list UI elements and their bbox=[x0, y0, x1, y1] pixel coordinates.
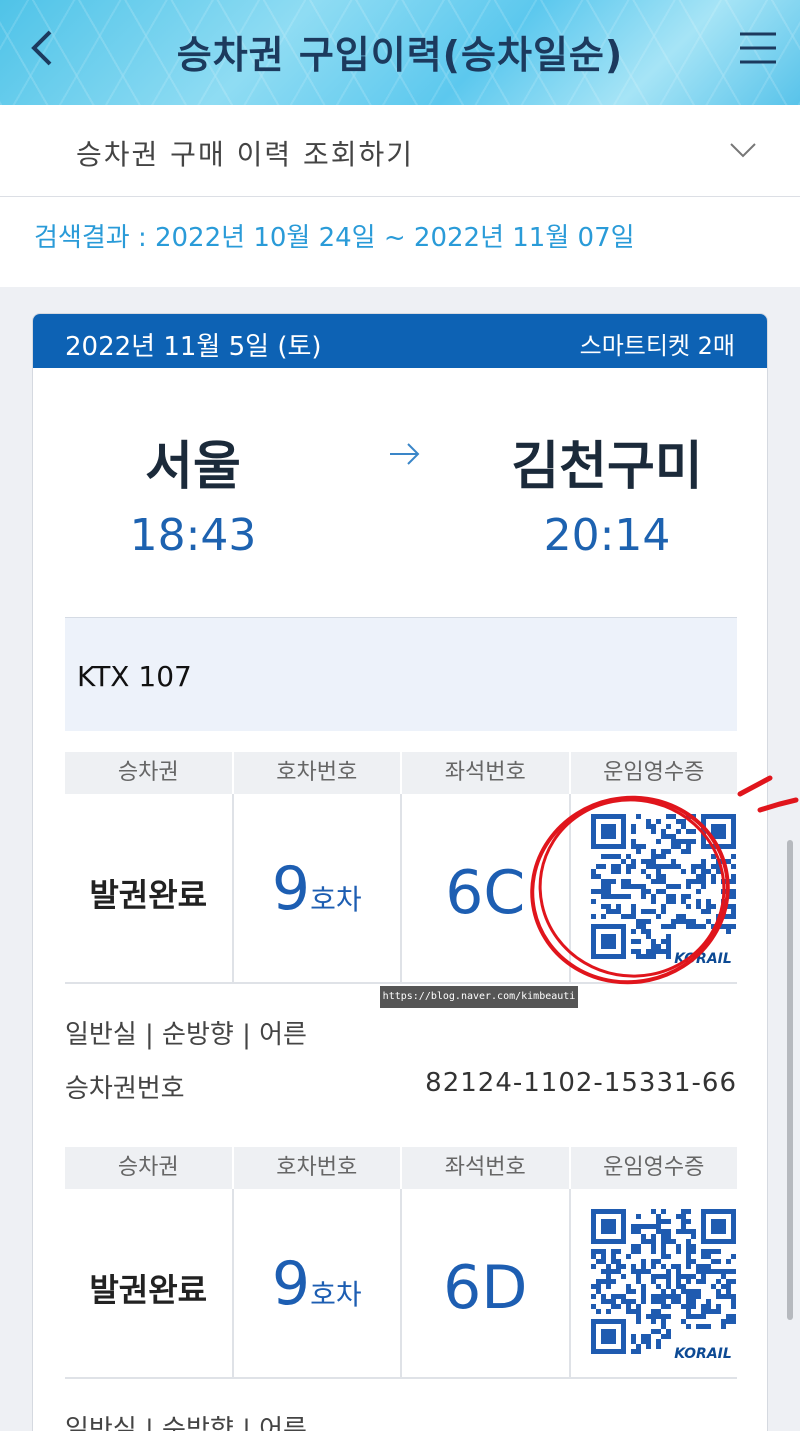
search-history-label: 승차권 구매 이력 조회하기 bbox=[76, 138, 415, 171]
arrow-right-icon bbox=[390, 443, 420, 465]
chevron-left-icon bbox=[31, 30, 52, 66]
car-number-value: 9 bbox=[271, 854, 311, 924]
receipt-cell: KORAIL bbox=[571, 794, 741, 982]
ticket-number-row: 승차권번호 82124-1102-15331-66 bbox=[65, 1068, 737, 1105]
arrival-time: 20:14 bbox=[543, 510, 671, 561]
ticket-status: 발권완료 bbox=[89, 1271, 208, 1309]
seat-number: 6C bbox=[445, 858, 526, 928]
search-result-range: 검색결과 : 2022년 10월 24일 ~ 2022년 11월 07일 bbox=[0, 197, 800, 287]
ticket-table: 승차권 호차번호 좌석번호 운임영수증 발권완료 9호차 6D KORAIL bbox=[65, 1147, 741, 1379]
arrival-station: 김천구미 bbox=[511, 437, 703, 497]
train-info: KTX 107 bbox=[65, 617, 737, 731]
seat-cell: 6D bbox=[402, 1189, 571, 1377]
ticket-row: 발권완료 9호차 6C KORAIL bbox=[65, 794, 741, 984]
korail-logo-text: KORAIL bbox=[674, 951, 732, 967]
header-ticket: 승차권 bbox=[65, 752, 234, 794]
receipt-cell: KORAIL bbox=[571, 1189, 741, 1377]
header-receipt: 운임영수증 bbox=[603, 760, 705, 785]
menu-button[interactable] bbox=[736, 26, 780, 70]
back-button[interactable] bbox=[20, 20, 70, 76]
qr-code-icon[interactable]: KORAIL bbox=[586, 1207, 741, 1363]
car-number-unit: 호차 bbox=[310, 1278, 362, 1311]
car-number-value: 9 bbox=[271, 1249, 311, 1319]
header-receipt: 운임영수증 bbox=[603, 1155, 705, 1180]
ticket-table: 승차권 호차번호 좌석번호 운임영수증 발권완료 9호차 6C KORAIL bbox=[65, 752, 741, 984]
search-history-toggle[interactable]: 승차권 구매 이력 조회하기 bbox=[0, 105, 800, 197]
status-cell: 발권완료 bbox=[65, 794, 234, 982]
header-car-number: 호차번호 bbox=[234, 1147, 402, 1189]
page-title: 승차권 구입이력(승차일순) bbox=[176, 33, 624, 77]
ticket-number: 82124-1102-15331-66 bbox=[425, 1068, 737, 1098]
train-name: KTX 107 bbox=[77, 660, 192, 693]
hamburger-menu-icon bbox=[740, 32, 776, 64]
car-number: 9호차 bbox=[234, 1249, 401, 1319]
car-number-unit: 호차 bbox=[310, 883, 362, 916]
ticket-info: 일반실 | 순방향 | 어른 bbox=[65, 1415, 307, 1431]
trip-date: 2022년 11월 5일 (토) bbox=[65, 332, 322, 362]
app-header: 승차권 구입이력(승차일순) bbox=[0, 0, 800, 105]
blog-watermark: https://blog.naver.com/kimbeauti bbox=[380, 986, 578, 1008]
ticket-status: 발권완료 bbox=[89, 876, 208, 914]
ticket-table-header: 승차권 호차번호 좌석번호 운임영수증 bbox=[65, 1147, 737, 1189]
departure-time: 18:43 bbox=[129, 510, 257, 561]
korail-logo-text: KORAIL bbox=[674, 1346, 732, 1362]
qr-code-icon[interactable]: KORAIL bbox=[586, 812, 741, 968]
search-result-text: 검색결과 : 2022년 10월 24일 ~ 2022년 11월 07일 bbox=[34, 223, 635, 253]
header-car-number: 호차번호 bbox=[234, 752, 402, 794]
ticket-count: 스마트티켓 2매 bbox=[579, 332, 735, 360]
status-cell: 발권완료 bbox=[65, 1189, 234, 1377]
car-cell: 9호차 bbox=[234, 1189, 402, 1377]
header-seat-number: 좌석번호 bbox=[402, 1147, 571, 1189]
ticket-row: 발권완료 9호차 6D KORAIL bbox=[65, 1189, 741, 1379]
trip-card: 2022년 11월 5일 (토) 스마트티켓 2매 서울 18:43 김천구미 … bbox=[32, 313, 768, 1431]
ticket-info: 일반실 | 순방향 | 어른 bbox=[65, 1020, 307, 1050]
scrollbar[interactable] bbox=[787, 840, 793, 1320]
departure-station: 서울 bbox=[145, 437, 241, 497]
chevron-down-icon bbox=[730, 143, 756, 158]
ticket-table-header: 승차권 호차번호 좌석번호 운임영수증 bbox=[65, 752, 737, 794]
header-ticket: 승차권 bbox=[65, 1147, 234, 1189]
ticket-number-label: 승차권번호 bbox=[65, 1074, 185, 1104]
car-number: 9호차 bbox=[234, 854, 401, 924]
seat-number: 6D bbox=[443, 1253, 528, 1323]
car-cell: 9호차 bbox=[234, 794, 402, 982]
header-seat-number: 좌석번호 bbox=[402, 752, 571, 794]
seat-cell: 6C bbox=[402, 794, 571, 982]
trip-card-header: 2022년 11월 5일 (토) 스마트티켓 2매 bbox=[33, 314, 767, 368]
